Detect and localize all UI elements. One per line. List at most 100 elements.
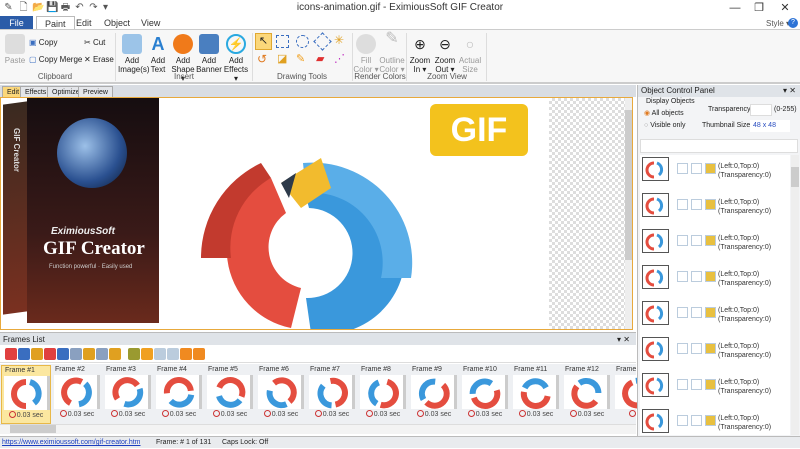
frame-thumbnail[interactable]: Frame #2 0.03 sec	[52, 365, 102, 424]
visibility-checkbox[interactable]	[677, 163, 688, 174]
object-row[interactable]: (Left:0,Top:0) (Transparency:0)	[640, 155, 790, 189]
visibility-checkbox[interactable]	[677, 235, 688, 246]
color-picker-tool[interactable]: ⋰	[334, 52, 345, 65]
panel-close-icon[interactable]: ▾ ✕	[783, 85, 796, 97]
undo-icon[interactable]: ↶	[74, 2, 85, 13]
lock-checkbox[interactable]	[691, 235, 702, 246]
visibility-checkbox[interactable]	[677, 307, 688, 318]
frame-delay[interactable]: 0.03 sec	[409, 409, 459, 421]
lock-checkbox[interactable]	[691, 343, 702, 354]
frame-delay[interactable]: 0.03 sec	[154, 409, 204, 421]
add-text-button[interactable]: A Add Text	[146, 34, 170, 74]
tab-view[interactable]: View	[133, 16, 168, 30]
tab-object[interactable]: Object	[96, 16, 138, 30]
new-icon[interactable]: 🗋	[18, 2, 29, 13]
frame-delay[interactable]: 0.03 sec	[562, 409, 612, 421]
timer-icon[interactable]	[141, 348, 153, 360]
frame-thumbnail[interactable]: Frame #3 0.03 sec	[103, 365, 153, 424]
tab-edit[interactable]: Edit	[68, 16, 100, 30]
lock-checkbox[interactable]	[691, 415, 702, 426]
tab-preview[interactable]: Preview	[78, 86, 113, 97]
tab-file[interactable]: File	[0, 16, 33, 30]
insert-frame-icon[interactable]	[18, 348, 30, 360]
copy-button[interactable]: ▣ Copy	[29, 38, 57, 47]
copy-frame-icon[interactable]	[70, 348, 82, 360]
frame-thumbnail[interactable]: Frame #10 0.03 sec	[460, 365, 510, 424]
settings-icon[interactable]	[128, 348, 140, 360]
rotate-tool[interactable]: ↺	[257, 52, 267, 66]
customize-icon[interactable]: ▾	[100, 2, 111, 13]
frame-thumbnail[interactable]: Frame #1 0.03 sec	[1, 365, 51, 424]
eraser-tool[interactable]: ▰	[316, 52, 324, 65]
app-icon[interactable]: ✎	[3, 2, 14, 13]
object-row[interactable]: (Left:0,Top:0) (Transparency:0)	[640, 335, 790, 369]
frame-thumbnail[interactable]: Frame #9 0.03 sec	[409, 365, 459, 424]
frame-delay[interactable]: 0.03 sec	[2, 410, 50, 422]
fill-bucket-tool[interactable]: ◪	[277, 52, 287, 65]
outline-color-button[interactable]: ✎ Outline Color ▾	[378, 31, 406, 75]
move-frame-icon[interactable]	[57, 348, 69, 360]
open-icon[interactable]: 📂	[32, 2, 44, 13]
rect-select-tool[interactable]	[276, 35, 289, 48]
close-button[interactable]: ✕	[772, 0, 798, 16]
frame-thumbnail[interactable]: Frame #8 0.03 sec	[358, 365, 408, 424]
last-frame-icon[interactable]	[193, 348, 205, 360]
canvas[interactable]: GIF GIF Creator EximiousSoft GIF Creator…	[0, 97, 633, 330]
object-row[interactable]: (Left:0,Top:0) (Transparency:0)	[640, 299, 790, 333]
paste-frame-icon[interactable]	[83, 348, 95, 360]
horizontal-scrollbar[interactable]	[0, 424, 636, 434]
visible-only-radio[interactable]: ○ Visible only	[644, 122, 685, 129]
visibility-checkbox[interactable]	[677, 379, 688, 390]
edit-frame-icon[interactable]	[109, 348, 121, 360]
frame-thumbnail[interactable]: Frame #12 0.03 sec	[562, 365, 612, 424]
frame-thumbnail[interactable]: Frame #5 0.03 sec	[205, 365, 255, 424]
redo-icon[interactable]: ↷	[88, 2, 99, 13]
minimize-button[interactable]: —	[722, 0, 748, 16]
lock-checkbox[interactable]	[691, 271, 702, 282]
frame-delay[interactable]: 0.03 sec	[358, 409, 408, 421]
visibility-checkbox[interactable]	[677, 415, 688, 426]
frame-delay[interactable]: 0.03 sec	[460, 409, 510, 421]
add-images-button[interactable]: Add Image(s)	[118, 34, 150, 74]
zoom-out-button[interactable]: ⊖ Zoom Out ▾	[433, 34, 457, 74]
select-tool[interactable]: ↖	[255, 33, 272, 50]
frame-delay[interactable]: 0.03 sec	[307, 409, 357, 421]
object-row[interactable]: (Left:0,Top:0) (Transparency:0)	[640, 191, 790, 225]
paste-button[interactable]: Paste	[4, 34, 26, 65]
frame-delay[interactable]: 0.03 sec	[52, 409, 102, 421]
reverse-frames-icon[interactable]	[96, 348, 108, 360]
object-row[interactable]: (Left:0,Top:0) (Transparency:0)	[640, 227, 790, 261]
visibility-checkbox[interactable]	[677, 199, 688, 210]
save-icon[interactable]: 💾	[46, 2, 58, 13]
object-row[interactable]: (Left:0,Top:0) (Transparency:0)	[640, 371, 790, 405]
fill-color-button[interactable]: Fill Color ▾	[353, 34, 379, 74]
frame-thumbnail[interactable]: Frame #6 0.03 sec	[256, 365, 306, 424]
object-row[interactable]: (Left:0,Top:0) (Transparency:0)	[640, 263, 790, 297]
frame-delay[interactable]: 0.03 sec	[511, 409, 561, 421]
add-banner-button[interactable]: Add Banner	[196, 34, 222, 74]
copy-merge-button[interactable]: ▢ Copy Merge	[29, 55, 82, 64]
print-icon[interactable]: 🖶	[60, 2, 71, 13]
delete-frame-icon[interactable]	[44, 348, 56, 360]
zoom-in-button[interactable]: ⊕ Zoom In ▾	[408, 34, 432, 74]
duplicate-frame-icon[interactable]	[31, 348, 43, 360]
lock-checkbox[interactable]	[691, 307, 702, 318]
cut-button[interactable]: ✂ Cut	[84, 38, 105, 47]
next-frame-icon[interactable]	[180, 348, 192, 360]
previous-frame-icon[interactable]	[167, 348, 179, 360]
frame-thumbnail[interactable]: Frame #4 0.03 sec	[154, 365, 204, 424]
object-list-scrollbar[interactable]	[791, 155, 799, 435]
thumbnail-size-select[interactable]: 48 x 48	[750, 120, 790, 132]
vertical-scrollbar[interactable]	[625, 98, 632, 329]
frame-thumbnail[interactable]: Frame #11 0.03 sec	[511, 365, 561, 424]
style-menu[interactable]: Style ▾	[766, 19, 790, 28]
visibility-checkbox[interactable]	[677, 271, 688, 282]
pencil-tool[interactable]: ✎	[296, 52, 305, 65]
frame-delay[interactable]: 0.03 sec	[205, 409, 255, 421]
website-link[interactable]: https://www.eximioussoft.com/gif-creator…	[2, 437, 141, 449]
ellipse-select-tool[interactable]	[296, 35, 309, 48]
frame-delay[interactable]: 0.03 sec	[256, 409, 306, 421]
magic-wand-tool[interactable]: ✳	[334, 33, 344, 47]
erase-button[interactable]: ✕ Erase	[84, 55, 114, 64]
actual-size-button[interactable]: ○ Actual Size	[458, 34, 482, 74]
